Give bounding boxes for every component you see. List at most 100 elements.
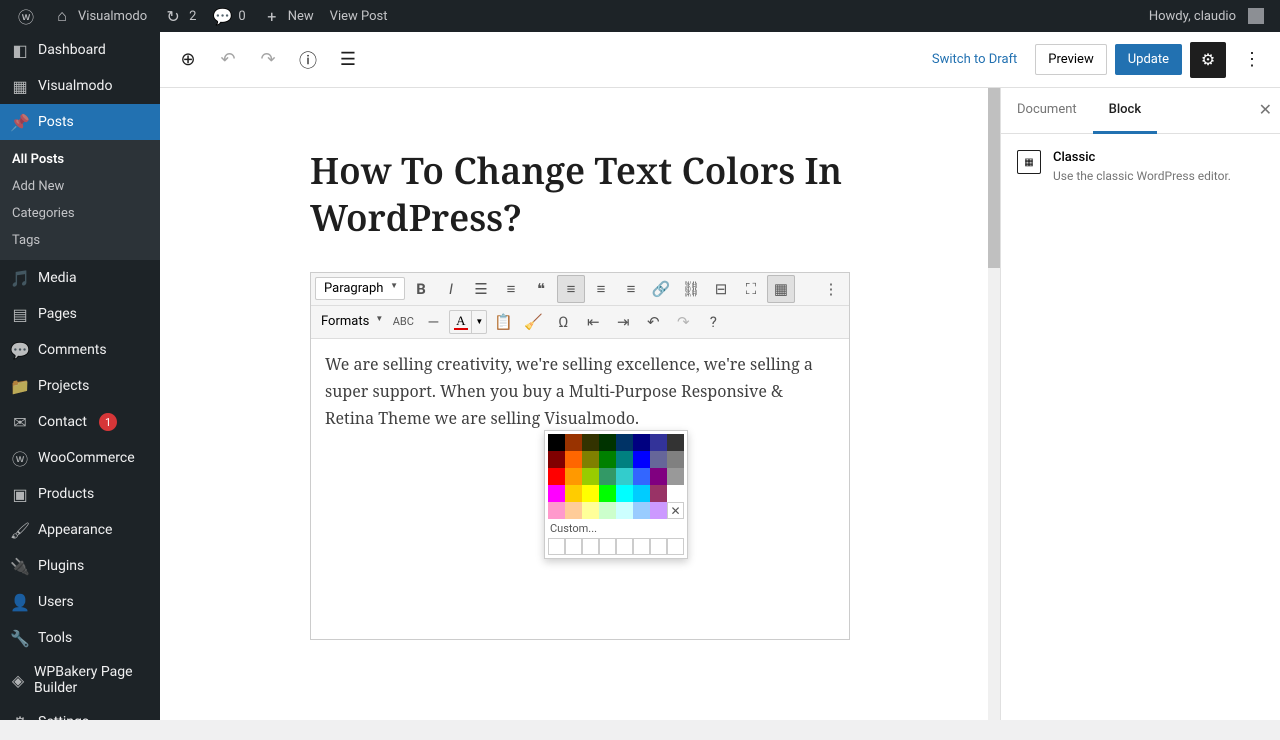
color-swatch[interactable] (599, 434, 616, 451)
color-swatch[interactable] (599, 468, 616, 485)
sidebar-item-dashboard[interactable]: ◧Dashboard (0, 32, 160, 68)
color-swatch[interactable] (650, 502, 667, 519)
add-block-button[interactable]: ⊕ (170, 42, 206, 78)
number-list-button[interactable]: ≡ (497, 275, 525, 303)
sidebar-item-posts[interactable]: 📌Posts (0, 104, 160, 140)
color-swatch[interactable] (599, 451, 616, 468)
fullscreen-button[interactable]: ⛶ (737, 275, 765, 303)
color-swatch[interactable] (650, 451, 667, 468)
bullet-list-button[interactable]: ☰ (467, 275, 495, 303)
color-swatch[interactable] (548, 485, 565, 502)
scrollbar-thumb[interactable] (988, 88, 1000, 268)
block-more-button[interactable]: ⋮ (817, 275, 845, 303)
submenu-item-all-posts[interactable]: All Posts (0, 146, 160, 173)
editor-canvas[interactable]: How To Change Text Colors In WordPress? … (160, 88, 1000, 720)
sidebar-item-appearance[interactable]: 🖌Appearance (0, 512, 160, 548)
color-swatch[interactable] (565, 434, 582, 451)
sidebar-item-visualmodo[interactable]: ▦Visualmodo (0, 68, 160, 104)
tab-document[interactable]: Document (1001, 88, 1093, 133)
custom-color-slot[interactable] (650, 538, 667, 555)
clear-format-button[interactable]: 🧹 (519, 308, 547, 336)
help-button[interactable]: ? (699, 308, 727, 336)
new-content[interactable]: +New (254, 0, 322, 32)
color-swatch[interactable] (633, 485, 650, 502)
text-color-button[interactable]: A ▼ (449, 310, 487, 334)
color-swatch[interactable] (633, 434, 650, 451)
more-tag-button[interactable]: ⊟ (707, 275, 735, 303)
undo-button-tb[interactable]: ↶ (639, 308, 667, 336)
quote-button[interactable]: ❝ (527, 275, 555, 303)
undo-button[interactable]: ↶ (210, 42, 246, 78)
color-swatch[interactable] (633, 468, 650, 485)
sidebar-item-users[interactable]: 👤Users (0, 584, 160, 620)
sidebar-item-media[interactable]: 🎵Media (0, 260, 160, 296)
custom-color-slot[interactable] (616, 538, 633, 555)
color-swatch[interactable] (582, 434, 599, 451)
tab-block[interactable]: Block (1093, 88, 1157, 134)
color-swatch[interactable] (565, 502, 582, 519)
color-swatch[interactable] (667, 468, 684, 485)
color-swatch[interactable] (582, 451, 599, 468)
updates[interactable]: ↻2 (155, 0, 204, 32)
chevron-down-icon[interactable]: ▼ (472, 311, 486, 333)
submenu-item-add-new[interactable]: Add New (0, 173, 160, 200)
color-swatch[interactable] (582, 502, 599, 519)
color-swatch[interactable] (548, 451, 565, 468)
wp-logo[interactable]: ⓦ (8, 0, 44, 32)
view-post[interactable]: View Post (322, 0, 396, 32)
color-swatch[interactable] (667, 485, 684, 502)
align-center-button[interactable]: ≡ (587, 275, 615, 303)
update-button[interactable]: Update (1115, 44, 1182, 75)
sidebar-item-products[interactable]: ▣Products (0, 476, 160, 512)
redo-button-tb[interactable]: ↷ (669, 308, 697, 336)
sidebar-item-settings[interactable]: ⚙Settings (0, 704, 160, 740)
align-right-button[interactable]: ≡ (617, 275, 645, 303)
color-swatch[interactable] (616, 468, 633, 485)
post-title[interactable]: How To Change Text Colors In WordPress? (310, 148, 850, 242)
color-swatch[interactable] (599, 502, 616, 519)
custom-color-slot[interactable] (633, 538, 650, 555)
align-left-button[interactable]: ≡ (557, 275, 585, 303)
scrollbar[interactable] (988, 88, 1000, 720)
paragraph-selector[interactable]: Paragraph (315, 277, 405, 300)
color-swatch[interactable] (582, 468, 599, 485)
custom-color-slot[interactable] (548, 538, 565, 555)
color-swatch[interactable] (616, 451, 633, 468)
sidebar-item-comments[interactable]: 💬Comments (0, 332, 160, 368)
sidebar-item-wpbakery-page-builder[interactable]: ◈WPBakery Page Builder (0, 656, 160, 704)
color-swatch[interactable] (616, 485, 633, 502)
sidebar-item-projects[interactable]: 📁Projects (0, 368, 160, 404)
color-swatch[interactable] (548, 434, 565, 451)
outline-button[interactable]: ☰ (330, 42, 366, 78)
sidebar-item-contact[interactable]: ✉Contact1 (0, 404, 160, 440)
unlink-button[interactable]: ⛓ (677, 275, 705, 303)
color-swatch[interactable] (548, 468, 565, 485)
color-swatch[interactable] (565, 451, 582, 468)
color-swatch[interactable] (565, 468, 582, 485)
sidebar-item-tools[interactable]: 🔧Tools (0, 620, 160, 656)
color-swatch[interactable] (582, 485, 599, 502)
preview-button[interactable]: Preview (1035, 44, 1106, 75)
comments-bubble[interactable]: 💬0 (204, 0, 253, 32)
submenu-item-categories[interactable]: Categories (0, 200, 160, 227)
color-swatch[interactable] (565, 485, 582, 502)
italic-button[interactable]: I (437, 275, 465, 303)
color-swatch[interactable] (650, 434, 667, 451)
redo-button[interactable]: ↷ (250, 42, 286, 78)
sidebar-item-pages[interactable]: ▤Pages (0, 296, 160, 332)
paste-text-button[interactable]: 📋 (489, 308, 517, 336)
link-button[interactable]: 🔗 (647, 275, 675, 303)
sidebar-item-plugins[interactable]: 🔌Plugins (0, 548, 160, 584)
close-icon[interactable]: ✕ (1259, 100, 1272, 119)
hr-button[interactable]: — (419, 308, 447, 336)
switch-draft-button[interactable]: Switch to Draft (922, 46, 1027, 73)
sidebar-item-woocommerce[interactable]: ⓦWooCommerce (0, 440, 160, 476)
outdent-button[interactable]: ⇤ (579, 308, 607, 336)
submenu-item-tags[interactable]: Tags (0, 227, 160, 254)
special-char-button[interactable]: Ω (549, 308, 577, 336)
indent-button[interactable]: ⇥ (609, 308, 637, 336)
color-swatch[interactable] (650, 485, 667, 502)
bold-button[interactable]: B (407, 275, 435, 303)
settings-button[interactable]: ⚙ (1190, 42, 1226, 78)
info-button[interactable]: ⓘ (290, 42, 326, 78)
